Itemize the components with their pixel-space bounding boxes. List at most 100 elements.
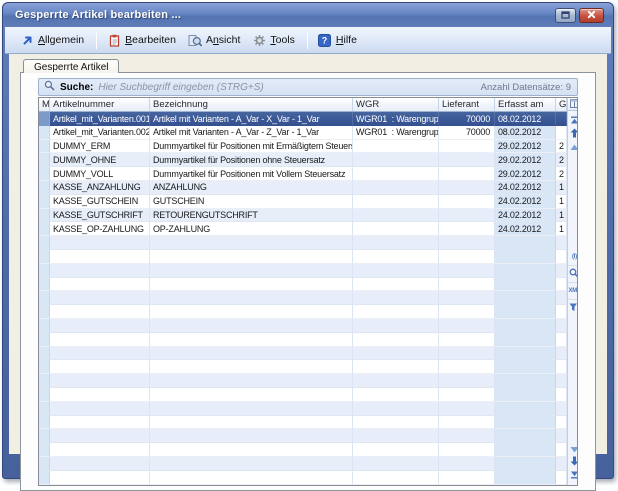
- cell-wgr: [353, 140, 439, 154]
- cell-bezeichnung: [150, 429, 353, 443]
- toolbar-separator: [307, 32, 308, 49]
- search-bar[interactable]: Suche: Hier Suchbegriff eingeben (STRG+S…: [38, 78, 578, 96]
- export-xml-button[interactable]: XML: [568, 282, 578, 299]
- table-row[interactable]: KASSE_GUTSCHRIFTRETOURENGUTSCHRIFT24.02.…: [39, 209, 567, 223]
- cell-erfasst_am: 24.02.2012: [495, 209, 556, 223]
- empty-row: [39, 457, 567, 471]
- cell-bezeichnung: RETOURENGUTSCHRIFT: [150, 209, 353, 223]
- filter-button[interactable]: [568, 299, 578, 316]
- column-header-wgr[interactable]: WGR: [353, 98, 439, 111]
- cell-wgr: [353, 457, 439, 471]
- toolbar-button-bearbeiten[interactable]: Bearbeiten: [102, 30, 183, 50]
- cell-wgr: [353, 333, 439, 347]
- table-row[interactable]: KASSE_GUTSCHEINGUTSCHEIN24.02.20121: [39, 195, 567, 209]
- cell-erfasst_am: [495, 291, 556, 305]
- restore-button[interactable]: [555, 8, 576, 23]
- tab-gesperrte-artikel[interactable]: Gesperrte Artikel: [23, 59, 119, 73]
- table-row[interactable]: Artikel_mit_Varianten.001Artikel mit Var…: [39, 112, 567, 126]
- data-grid: MArtikelnummerBezeichnungWGRLieferantErf…: [38, 97, 578, 486]
- cell-artikelnummer: [50, 429, 150, 443]
- cell-m: [39, 264, 50, 278]
- cell-erfasst_am: [495, 429, 556, 443]
- cell-g: [556, 112, 567, 126]
- empty-row: [39, 250, 567, 264]
- cell-erfasst_am: 08.02.2012: [495, 112, 556, 126]
- cell-erfasst_am: [495, 360, 556, 374]
- cell-erfasst_am: [495, 416, 556, 430]
- go-last-row-button[interactable]: [568, 469, 578, 482]
- cell-lieferant: [439, 429, 495, 443]
- cell-wgr: [353, 402, 439, 416]
- table-row[interactable]: DUMMY_VOLLDummyartikel für Positionen mi…: [39, 167, 567, 181]
- row-up-button[interactable]: [568, 140, 578, 153]
- close-button[interactable]: [579, 8, 604, 23]
- grid-search-button[interactable]: [568, 265, 578, 282]
- empty-row: [39, 388, 567, 402]
- cell-m: [39, 388, 50, 402]
- column-header-artikelnummer[interactable]: Artikelnummer: [50, 98, 150, 111]
- cell-artikelnummer: [50, 347, 150, 361]
- table-row[interactable]: DUMMY_OHNEDummyartikel für Positionen oh…: [39, 153, 567, 167]
- cell-bezeichnung: [150, 416, 353, 430]
- cell-wgr: [353, 416, 439, 430]
- cell-g: [556, 374, 567, 388]
- table-row[interactable]: DUMMY_ERMDummyartikel für Positionen mit…: [39, 140, 567, 154]
- cell-m: [39, 471, 50, 485]
- empty-row: [39, 319, 567, 333]
- cell-wgr: [353, 429, 439, 443]
- column-header-g[interactable]: G: [556, 98, 567, 111]
- empty-row: [39, 443, 567, 457]
- svg-text:?: ?: [322, 35, 328, 45]
- grid-header: MArtikelnummerBezeichnungWGRLieferantErf…: [39, 98, 567, 112]
- cell-wgr: [353, 167, 439, 181]
- cell-m: [39, 443, 50, 457]
- cell-artikelnummer: [50, 360, 150, 374]
- cell-erfasst_am: [495, 388, 556, 402]
- cell-artikelnummer: [50, 250, 150, 264]
- grid-side-scrollbar[interactable]: (I) XML: [567, 98, 578, 485]
- toolbar-button-hilfe[interactable]: ?Hilfe: [313, 30, 364, 50]
- cell-wgr: [353, 360, 439, 374]
- table-row[interactable]: Artikel_mit_Varianten.002Artikel mit Var…: [39, 126, 567, 140]
- column-chooser-button[interactable]: [568, 98, 578, 111]
- toolbar-label: Ansicht: [206, 34, 240, 46]
- toolbar-button-ansicht[interactable]: Ansicht: [183, 30, 247, 50]
- empty-row: [39, 416, 567, 430]
- cell-g: [556, 126, 567, 140]
- cell-m: [39, 209, 50, 223]
- cell-erfasst_am: 29.02.2012: [495, 140, 556, 154]
- cell-g: 2: [556, 153, 567, 167]
- toolbar-button-allgemein[interactable]: Allgemein: [15, 30, 91, 50]
- cell-erfasst_am: [495, 319, 556, 333]
- toolbar-button-tools[interactable]: Tools: [247, 30, 302, 50]
- column-header-erfasst_am[interactable]: Erfasst am: [495, 98, 556, 111]
- cell-artikelnummer: [50, 333, 150, 347]
- table-row[interactable]: KASSE_ANZAHLUNGANZAHLUNG24.02.20121: [39, 181, 567, 195]
- cell-g: [556, 250, 567, 264]
- cell-erfasst_am: [495, 236, 556, 250]
- column-header-lieferant[interactable]: Lieferant: [439, 98, 495, 111]
- cell-artikelnummer: KASSE_OP-ZAHLUNG: [50, 222, 150, 236]
- cell-bezeichnung: [150, 360, 353, 374]
- tab-page: Suche: Hier Suchbegriff eingeben (STRG+S…: [20, 72, 596, 491]
- triangle-up-icon: [570, 138, 578, 156]
- cell-erfasst_am: [495, 457, 556, 471]
- arrow-ne-icon: [20, 33, 34, 47]
- parentheses-icon: (I): [572, 254, 577, 260]
- band-filter-button[interactable]: (I): [568, 248, 578, 265]
- empty-row: [39, 333, 567, 347]
- column-header-m[interactable]: M: [39, 98, 50, 111]
- cell-m: [39, 360, 50, 374]
- cell-bezeichnung: [150, 471, 353, 485]
- table-row[interactable]: KASSE_OP-ZAHLUNGOP-ZAHLUNG24.02.20121: [39, 222, 567, 236]
- cell-m: [39, 167, 50, 181]
- search-input[interactable]: Hier Suchbegriff eingeben (STRG+S): [98, 82, 475, 93]
- dialog-window: Gesperrte Artikel bearbeiten ... Allgeme…: [2, 2, 614, 479]
- cell-wgr: [353, 291, 439, 305]
- cell-lieferant: [439, 347, 495, 361]
- title-bar[interactable]: Gesperrte Artikel bearbeiten ...: [3, 3, 613, 27]
- cell-m: [39, 126, 50, 140]
- cell-artikelnummer: [50, 278, 150, 292]
- cell-g: [556, 360, 567, 374]
- column-header-bezeichnung[interactable]: Bezeichnung: [150, 98, 353, 111]
